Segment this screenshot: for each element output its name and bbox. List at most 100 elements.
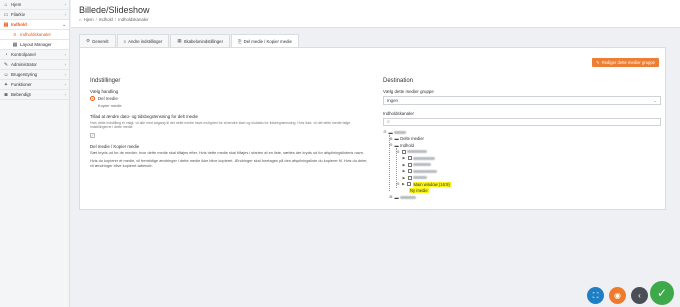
page-title: Billede/Slideshow [79, 5, 150, 15]
checkmark-icon: ✓ [656, 286, 668, 300]
sidebar-item-label: Kontrolpanel [11, 52, 36, 57]
edit-media-group-button[interactable]: ✎ Rediger dette medier gruppe [592, 58, 659, 67]
tree-node-other[interactable]: ⊞ ▬ [383, 194, 661, 201]
tab-bar: ⚙ Generelt ≡ Andre indstillinger ▦ Skabelonin… [79, 34, 300, 48]
share-help: Sæt kryds ud for de medier, hvor dette m… [90, 149, 364, 155]
playlist-label [413, 163, 431, 167]
chevron-right-icon: › [64, 72, 67, 77]
sidebar-item-brugerstyring[interactable]: ☺ Brugerstyring › [0, 70, 69, 80]
fullscreen-button[interactable]: ⛶ [587, 287, 604, 304]
tree-node-content-label: Indhold [400, 142, 414, 148]
functions-icon: ✦ [3, 81, 9, 88]
tab-skabelonindstillinger[interactable]: ▦ Skabelonindstillinger [170, 34, 231, 47]
sidebar-item-bebendigt[interactable]: ◙ Bebendigt › [0, 90, 69, 100]
file-icon: ▤ [3, 21, 9, 28]
folder-icon: ▬ [388, 129, 393, 135]
chevron-right-icon: › [64, 2, 67, 7]
sidebar-item-indholdskanaler[interactable]: ≡ Indholdskanaler [0, 30, 69, 40]
tree-node-other-label [400, 195, 417, 199]
chevron-down-icon: ⌄ [653, 97, 657, 103]
breadcrumb-home[interactable]: Hjem [84, 17, 94, 22]
back-button[interactable]: ‹ [631, 287, 648, 304]
sidebar-item-kontrolpanel[interactable]: ◔ Kontrolpanel › [0, 50, 69, 60]
playlist-checkbox[interactable] [407, 162, 412, 167]
chevron-right-icon: › [64, 62, 67, 67]
group-select-value: Ingen [387, 98, 398, 103]
radio-share-media[interactable]: Del medie [90, 96, 370, 101]
expand-icon[interactable]: ▶ [402, 163, 406, 167]
date-permission-help: Hvis dette indstilling er valgt, vil all… [90, 121, 351, 130]
folder-icon: ▬ [394, 194, 399, 200]
date-permission-checkbox[interactable]: ✓ [90, 132, 95, 138]
playlist-checkbox[interactable] [407, 156, 412, 161]
main-window-label: Main window (16:9) [412, 181, 451, 187]
sidebar: ⌂ Hjem › ▭ Filarkiv › ▤ Indhold ⌄ ≡ Indholdskanale… [0, 0, 70, 307]
folder-icon: ▭ [3, 11, 9, 18]
tree-node-shared-label: Delte medier [400, 136, 424, 142]
collapse-icon[interactable]: ⊟ [389, 143, 393, 147]
layout-icon: ▦ [12, 41, 18, 48]
expand-icon[interactable]: ▶ [402, 176, 406, 180]
playlist-checkbox[interactable] [407, 175, 412, 180]
chevron-right-icon: › [64, 52, 67, 57]
breadcrumb: ⌂ Hjem / Indhold / Indholdskanaler [79, 17, 149, 22]
breadcrumb-channels: Indholdskanaler [118, 17, 149, 22]
channels-search-input[interactable]: ⌕ [383, 118, 661, 126]
sidebar-item-filarkiv[interactable]: ▭ Filarkiv › [0, 10, 69, 20]
tab-del-medie-kopier-medie[interactable]: ⎘ Del medie / Kopier medie [231, 34, 299, 48]
action-label: Vælg handling [90, 89, 119, 94]
expand-icon[interactable]: ▶ [402, 156, 406, 160]
sidebar-item-layout-manager[interactable]: ▦ Layout Manager [0, 40, 69, 50]
folder-icon: ▬ [394, 142, 399, 148]
play-icon: ▶ [402, 182, 405, 187]
sidebar-item-funktioner[interactable]: ✦ Funktioner › [0, 80, 69, 90]
template-icon: ▦ [177, 38, 182, 43]
radio-share-label: Del medie [98, 96, 118, 101]
folder-icon: ▬ [394, 136, 399, 142]
eye-icon: ◉ [614, 291, 621, 300]
chevron-right-icon: › [64, 12, 67, 17]
sidebar-item-label: Filarkiv [11, 12, 25, 17]
sidebar-item-administrator[interactable]: ✎ Administrator › [0, 60, 69, 70]
expand-icon[interactable]: ⊞ [389, 137, 393, 141]
save-button[interactable]: ✓ [650, 281, 674, 305]
dashboard-icon: ◔ [4, 51, 8, 58]
settings-title: Indstillinger [90, 78, 121, 84]
chevron-right-icon: › [64, 92, 67, 97]
tab-andre-indstillinger[interactable]: ≡ Andre indstillinger [116, 34, 170, 47]
page-header: Billede/Slideshow ⌂ Hjem / Indhold / Ind… [71, 0, 680, 28]
breadcrumb-content[interactable]: Indhold [99, 17, 113, 22]
tab-generelt[interactable]: ⚙ Generelt [79, 34, 116, 47]
home-icon[interactable]: ⌂ [79, 17, 82, 22]
group-select-label: Vælg dette medier gruppe [383, 89, 434, 94]
destination-column: Destination Vælg dette medier gruppe Ing… [383, 78, 661, 201]
home-icon: ⌂ [4, 1, 8, 8]
playlist-label [413, 156, 435, 160]
sidebar-item-hjem[interactable]: ⌂ Hjem › [0, 0, 69, 10]
chevron-down-icon: ⌄ [62, 21, 66, 27]
search-icon: ⌕ [387, 119, 390, 125]
collapse-icon[interactable]: ⊟ [396, 182, 400, 186]
breadcrumb-separator: / [95, 17, 97, 22]
playlist-checkbox[interactable] [401, 149, 406, 154]
fullscreen-icon: ⛶ [592, 290, 599, 300]
edit-media-group-label: Rediger dette medier gruppe [601, 60, 655, 65]
users-icon: ☺ [3, 71, 9, 78]
tab-label: Generelt [92, 38, 109, 44]
main-window-checkbox[interactable] [407, 182, 411, 187]
channel-tree: ⊟ ▬ ⊞ ▬ Delte medier ⊟ ▬ Indhold ⊟ ▶ ▶ ▶… [383, 129, 661, 201]
sidebar-item-indhold[interactable]: ▤ Indhold ⌄ [0, 20, 69, 30]
group-select[interactable]: Ingen ⌄ [383, 96, 661, 105]
radio-copy-media[interactable]: Kopier medie [98, 103, 370, 108]
share-media-panel: ✎ Rediger dette medier gruppe Indstillin… [79, 47, 666, 210]
radio-selected-icon[interactable] [90, 96, 95, 101]
collapse-icon[interactable]: ⊟ [396, 150, 400, 154]
expand-icon[interactable]: ⊞ [389, 195, 393, 199]
preview-button[interactable]: ◉ [609, 287, 626, 304]
collapse-icon[interactable]: ⊟ [383, 130, 387, 134]
lock-icon: ◙ [4, 91, 8, 98]
playlist-checkbox[interactable] [407, 169, 412, 174]
expand-icon[interactable]: ▶ [402, 169, 406, 173]
gear-icon: ⚙ [86, 38, 91, 43]
tab-label: Del medie / Kopier medie [243, 39, 292, 44]
